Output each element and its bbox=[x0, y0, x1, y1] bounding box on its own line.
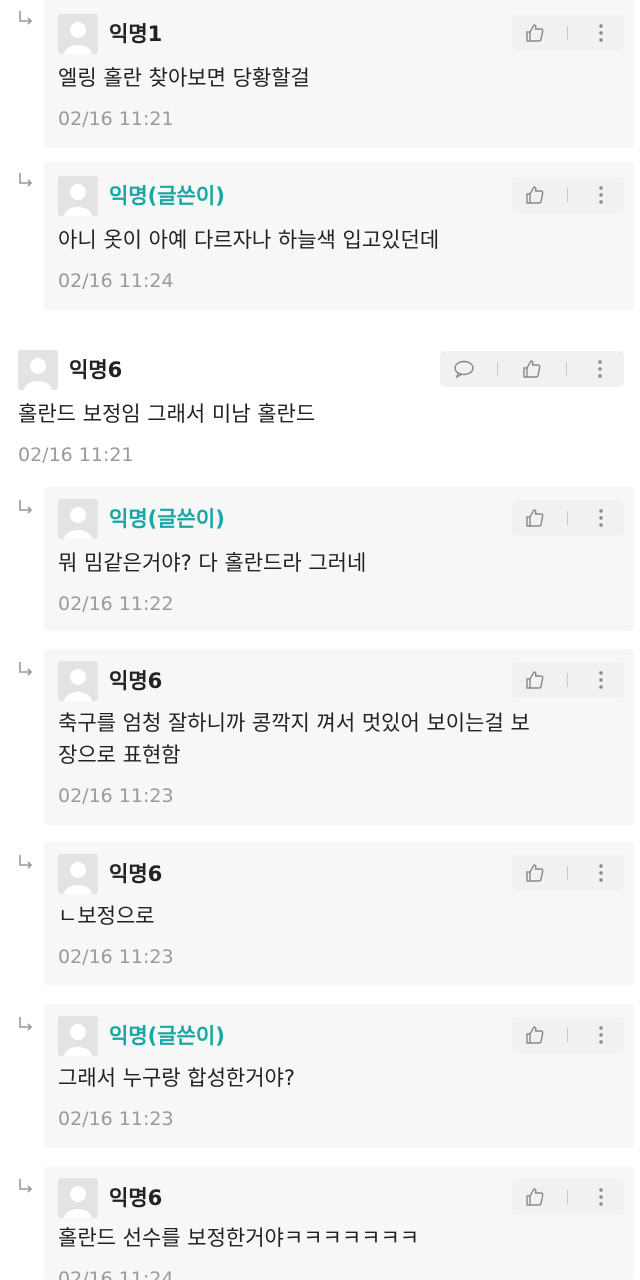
comment-actions bbox=[512, 1179, 624, 1215]
reply-comment: 익명(글쓴이) 뭐 밈같은거야? 다 홀란드라 그러네 02/16 11:22 bbox=[0, 487, 640, 635]
comment-actions bbox=[512, 177, 624, 213]
action-separator bbox=[567, 26, 569, 40]
comment-text: 그래서 누구랑 합성한거야? bbox=[58, 1066, 296, 1090]
comment-card: 익명6 ㄴ보정으로 02/16 11:23 bbox=[44, 842, 634, 986]
like-button[interactable] bbox=[518, 355, 546, 383]
more-options-button[interactable] bbox=[587, 859, 615, 887]
reply-arrow-icon bbox=[17, 499, 35, 517]
reply-comment: 익명6 홀란드 선수를 보정한거야ㅋㅋㅋㅋㅋㅋㅋ 02/16 11:24 bbox=[0, 1166, 640, 1280]
comment-text: 홀란드 보정임 그래서 미남 홀란드 bbox=[18, 402, 316, 426]
reply-comment: 익명1 엘링 홀란 찾아보면 당황할걸 02/16 11:21 bbox=[0, 0, 640, 150]
comment-card: 익명(글쓴이) 아니 옷이 아예 다르자나 하늘색 입고있던데 02/16 11… bbox=[44, 162, 634, 310]
comment-card: 익명6 홀란드 선수를 보정한거야ㅋㅋㅋㅋㅋㅋㅋ 02/16 11:24 bbox=[44, 1166, 634, 1280]
more-options-button[interactable] bbox=[587, 181, 615, 209]
more-options-button[interactable] bbox=[587, 504, 615, 532]
comment-timestamp: 02/16 11:24 bbox=[58, 1268, 174, 1280]
comment-actions bbox=[512, 500, 624, 536]
action-separator bbox=[567, 866, 569, 880]
avatar bbox=[58, 661, 98, 701]
comment-text: 뭐 밈같은거야? 다 홀란드라 그러네 bbox=[58, 551, 367, 575]
action-separator bbox=[497, 362, 499, 376]
comment-text: 축구를 엄청 잘하니까 콩깍지 껴서 멋있어 보이는걸 보 장으로 표현함 bbox=[58, 711, 530, 767]
reply-comment: 익명(글쓴이) 그래서 누구랑 합성한거야? 02/16 11:23 bbox=[0, 1004, 640, 1152]
reply-arrow-icon bbox=[17, 1178, 35, 1196]
more-options-button[interactable] bbox=[587, 1021, 615, 1049]
like-button[interactable] bbox=[521, 181, 549, 209]
comment-timestamp: 02/16 11:23 bbox=[58, 785, 174, 807]
comment-timestamp: 02/16 11:23 bbox=[58, 946, 174, 968]
comment-author: 익명6 bbox=[109, 1186, 163, 1210]
avatar bbox=[58, 176, 98, 216]
comment-actions bbox=[512, 662, 624, 698]
comment-author: 익명(글쓴이) bbox=[109, 507, 225, 531]
reply-comment: 익명6 축구를 엄청 잘하니까 콩깍지 껴서 멋있어 보이는걸 보 장으로 표현… bbox=[0, 649, 640, 829]
comment-timestamp: 02/16 11:21 bbox=[18, 444, 134, 466]
comment-card: 익명1 엘링 홀란 찾아보면 당황할걸 02/16 11:21 bbox=[44, 0, 634, 148]
action-separator bbox=[567, 511, 569, 525]
comment-text: ㄴ보정으로 bbox=[58, 904, 155, 928]
comment-actions bbox=[512, 15, 624, 51]
more-options-button[interactable] bbox=[586, 355, 614, 383]
comment-author: 익명6 bbox=[109, 669, 163, 693]
action-separator bbox=[567, 1028, 569, 1042]
like-button[interactable] bbox=[521, 19, 549, 47]
comment-actions bbox=[440, 351, 624, 387]
like-button[interactable] bbox=[521, 504, 549, 532]
comment-timestamp: 02/16 11:24 bbox=[58, 270, 174, 292]
comment-actions bbox=[512, 855, 624, 891]
avatar bbox=[18, 350, 58, 390]
more-options-button[interactable] bbox=[587, 666, 615, 694]
action-separator bbox=[567, 188, 569, 202]
comment-author: 익명(글쓴이) bbox=[109, 1024, 225, 1048]
reply-arrow-icon bbox=[17, 172, 35, 190]
reply-arrow-icon bbox=[17, 1016, 35, 1034]
action-separator bbox=[567, 1190, 569, 1204]
comment-card: 익명(글쓴이) 그래서 누구랑 합성한거야? 02/16 11:23 bbox=[44, 1004, 634, 1148]
comment-author: 익명6 bbox=[109, 862, 163, 886]
reply-arrow-icon bbox=[17, 10, 35, 28]
comment-author: 익명1 bbox=[109, 22, 163, 46]
reply-arrow-icon bbox=[17, 854, 35, 872]
comment-card: 익명6 축구를 엄청 잘하니까 콩깍지 껴서 멋있어 보이는걸 보 장으로 표현… bbox=[44, 649, 634, 825]
top-level-comment: 익명6 홀란드 보정임 그래서 미남 홀란드 02/16 11:21 bbox=[0, 338, 640, 478]
action-separator bbox=[567, 673, 569, 687]
reply-arrow-icon bbox=[17, 661, 35, 679]
reply-button[interactable] bbox=[450, 355, 478, 383]
reply-comment: 익명6 ㄴ보정으로 02/16 11:23 bbox=[0, 842, 640, 990]
like-button[interactable] bbox=[521, 859, 549, 887]
avatar bbox=[58, 1016, 98, 1056]
more-options-button[interactable] bbox=[587, 1183, 615, 1211]
avatar bbox=[58, 1178, 98, 1218]
comment-text: 엘링 홀란 찾아보면 당황할걸 bbox=[58, 66, 310, 90]
like-button[interactable] bbox=[521, 1183, 549, 1211]
comment-card: 익명(글쓴이) 뭐 밈같은거야? 다 홀란드라 그러네 02/16 11:22 bbox=[44, 487, 634, 631]
like-button[interactable] bbox=[521, 1021, 549, 1049]
comment-author: 익명6 bbox=[69, 358, 123, 382]
comment-actions bbox=[512, 1017, 624, 1053]
avatar bbox=[58, 499, 98, 539]
action-separator bbox=[565, 362, 567, 376]
like-button[interactable] bbox=[521, 666, 549, 694]
comment-timestamp: 02/16 11:21 bbox=[58, 108, 174, 130]
comment-text: 홀란드 선수를 보정한거야ㅋㅋㅋㅋㅋㅋㅋ bbox=[58, 1226, 420, 1250]
avatar bbox=[58, 854, 98, 894]
comment-timestamp: 02/16 11:22 bbox=[58, 593, 174, 615]
more-options-button[interactable] bbox=[587, 19, 615, 47]
avatar bbox=[58, 14, 98, 54]
comment-author: 익명(글쓴이) bbox=[109, 184, 225, 208]
reply-comment: 익명(글쓴이) 아니 옷이 아예 다르자나 하늘색 입고있던데 02/16 11… bbox=[0, 162, 640, 312]
comment-text: 아니 옷이 아예 다르자나 하늘색 입고있던데 bbox=[58, 228, 440, 252]
comment-timestamp: 02/16 11:23 bbox=[58, 1108, 174, 1130]
